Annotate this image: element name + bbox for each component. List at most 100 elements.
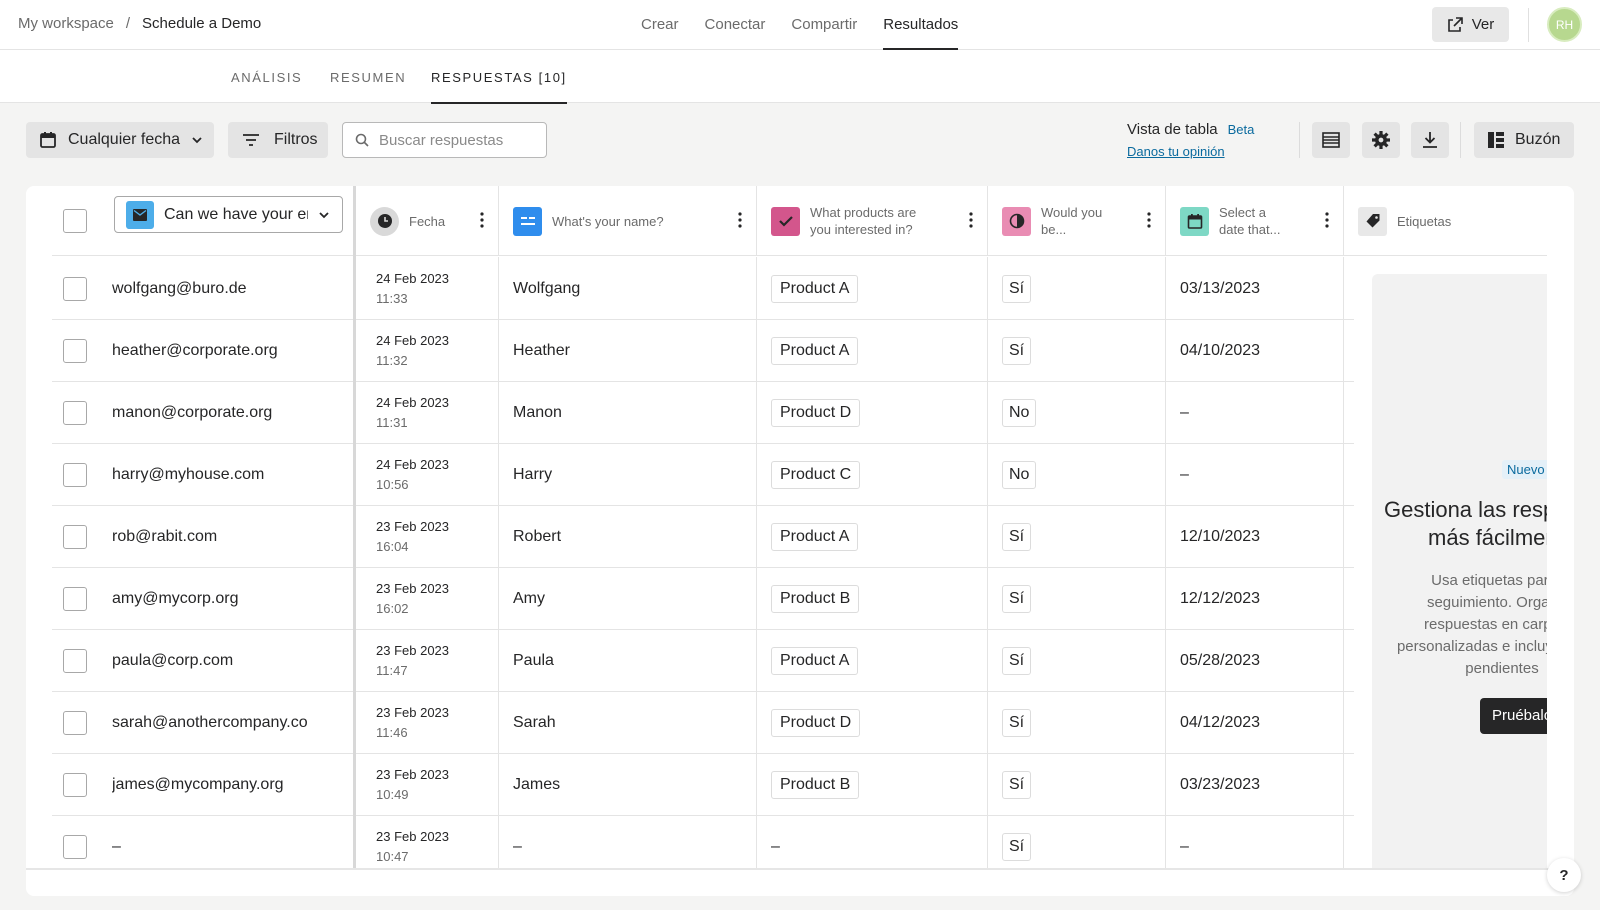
products-cell: Product B bbox=[757, 753, 988, 816]
date-filter-button[interactable]: Cualquier fecha bbox=[26, 122, 214, 158]
download-button[interactable] bbox=[1411, 122, 1449, 158]
row-checkbox[interactable] bbox=[63, 586, 87, 611]
header-tags[interactable]: Etiquetas bbox=[1344, 186, 1547, 256]
table-row[interactable]: james@mycompany.org 23 Feb 2023 10:49 James… bbox=[52, 753, 1354, 816]
header-would[interactable]: Would you be... bbox=[988, 186, 1166, 256]
nav-resultados[interactable]: Resultados bbox=[870, 0, 971, 50]
filters-button[interactable]: Filtros bbox=[228, 122, 328, 158]
row-checkbox[interactable] bbox=[63, 648, 87, 673]
row-density-button[interactable] bbox=[1312, 122, 1350, 158]
products-cell: – bbox=[757, 815, 988, 868]
inbox-label: Buzón bbox=[1515, 131, 1561, 148]
search-input[interactable] bbox=[379, 131, 539, 149]
row-select-cell: paula@corp.com bbox=[52, 629, 353, 692]
row-checkbox[interactable] bbox=[63, 276, 87, 301]
settings-button[interactable] bbox=[1362, 122, 1400, 158]
breadcrumb-form[interactable]: Schedule a Demo bbox=[142, 15, 261, 32]
breadcrumb-workspace[interactable]: My workspace bbox=[18, 15, 114, 32]
nav-compartir[interactable]: Compartir bbox=[778, 0, 870, 50]
tab-analisis[interactable]: ANÁLISIS bbox=[231, 50, 302, 103]
select-date-cell: 12/10/2023 bbox=[1166, 505, 1344, 568]
table-row[interactable]: – 23 Feb 2023 10:47 – – Sí – bbox=[52, 815, 1354, 868]
would-cell: Sí bbox=[988, 753, 1166, 816]
email-value[interactable]: harry@myhouse.com bbox=[112, 466, 342, 484]
row-checkbox[interactable] bbox=[63, 338, 87, 363]
table-row[interactable]: rob@rabit.com 23 Feb 2023 16:04 Robert Produ… bbox=[52, 505, 1354, 568]
email-value[interactable]: wolfgang@buro.de bbox=[112, 280, 342, 298]
name-cell: Heather bbox=[499, 319, 757, 382]
row-checkbox[interactable] bbox=[63, 834, 87, 859]
header-name[interactable]: What's your name? bbox=[499, 186, 757, 256]
answer-chip: Sí bbox=[1002, 708, 1032, 737]
email-value[interactable]: – bbox=[112, 838, 342, 856]
feedback-link[interactable]: Danos tu opinión bbox=[1127, 144, 1254, 159]
email-value[interactable]: rob@rabit.com bbox=[112, 528, 342, 546]
row-checkbox[interactable] bbox=[63, 710, 87, 735]
would-cell: Sí bbox=[988, 567, 1166, 630]
row-checkbox[interactable] bbox=[63, 772, 87, 797]
email-value[interactable]: manon@corporate.org bbox=[112, 404, 342, 422]
table-row[interactable]: amy@mycorp.org 23 Feb 2023 16:02 Amy Product… bbox=[52, 567, 1354, 630]
more-vertical-icon[interactable] bbox=[969, 212, 973, 228]
email-column-select[interactable]: Can we have your email bbox=[114, 196, 343, 233]
search-box[interactable] bbox=[342, 122, 547, 158]
more-vertical-icon[interactable] bbox=[1325, 212, 1329, 228]
help-button[interactable]: ? bbox=[1547, 858, 1581, 892]
selected-date-value: – bbox=[1180, 465, 1189, 483]
header-products[interactable]: What products are you interested in? bbox=[757, 186, 988, 256]
more-vertical-icon[interactable] bbox=[738, 212, 742, 228]
date-cell: 24 Feb 2023 11:31 bbox=[356, 381, 499, 444]
date-cell: 24 Feb 2023 11:33 bbox=[356, 257, 499, 320]
more-vertical-icon[interactable] bbox=[1147, 212, 1151, 228]
header-select-date[interactable]: Select a date that... bbox=[1166, 186, 1344, 256]
tags-promo-panel: Nuevo Gestiona las respuestas más fácilm… bbox=[1372, 274, 1547, 868]
name-cell: Manon bbox=[499, 381, 757, 444]
products-value: – bbox=[771, 837, 780, 855]
gear-icon bbox=[1372, 131, 1390, 149]
nav-crear[interactable]: Crear bbox=[628, 0, 692, 50]
time-value: 16:02 bbox=[376, 600, 409, 616]
would-cell: Sí bbox=[988, 629, 1166, 692]
promo-try-button[interactable]: Pruébalo bbox=[1480, 698, 1547, 734]
select-all-checkbox[interactable] bbox=[63, 209, 87, 233]
table-row[interactable]: wolfgang@buro.de 24 Feb 2023 11:33 Wolfgang… bbox=[52, 257, 1354, 320]
answer-chip: Sí bbox=[1002, 584, 1032, 613]
date-cell: 23 Feb 2023 10:49 bbox=[356, 753, 499, 816]
avatar[interactable]: RH bbox=[1547, 7, 1582, 42]
name-cell: Sarah bbox=[499, 691, 757, 754]
header-date[interactable]: Fecha bbox=[356, 186, 499, 256]
promo-title: Gestiona las respuestas más fácilmente bbox=[1383, 497, 1547, 550]
view-button[interactable]: Ver bbox=[1432, 7, 1509, 42]
table-row[interactable]: sarah@anothercompany.co 23 Feb 2023 11:46 S… bbox=[52, 691, 1354, 754]
more-vertical-icon[interactable] bbox=[480, 212, 484, 228]
clock-icon bbox=[370, 206, 399, 236]
row-checkbox[interactable] bbox=[63, 524, 87, 549]
table-row[interactable]: heather@corporate.org 24 Feb 2023 11:32 Hea… bbox=[52, 319, 1354, 382]
tab-resumen[interactable]: RESUMEN bbox=[330, 50, 406, 103]
email-value[interactable]: amy@mycorp.org bbox=[112, 590, 342, 608]
table-row[interactable]: paula@corp.com 23 Feb 2023 11:47 Paula Produ… bbox=[52, 629, 1354, 692]
external-link-icon bbox=[1447, 16, 1463, 32]
table-row[interactable]: manon@corporate.org 24 Feb 2023 11:31 Manon… bbox=[52, 381, 1354, 444]
time-value: 10:56 bbox=[376, 476, 409, 492]
product-chip: Product C bbox=[771, 460, 861, 489]
would-cell: No bbox=[988, 381, 1166, 444]
email-value[interactable]: heather@corporate.org bbox=[112, 342, 342, 360]
tab-respuestas[interactable]: RESPUESTAS [10] bbox=[431, 50, 567, 104]
email-value[interactable]: paula@corp.com bbox=[112, 652, 342, 670]
row-select-cell: amy@mycorp.org bbox=[52, 567, 353, 630]
email-value[interactable]: james@mycompany.org bbox=[112, 776, 342, 794]
table-row[interactable]: harry@myhouse.com 24 Feb 2023 10:56 Harry Pr… bbox=[52, 443, 1354, 506]
horizontal-scrollbar[interactable] bbox=[26, 868, 1574, 870]
time-value: 11:47 bbox=[376, 662, 408, 678]
row-checkbox[interactable] bbox=[63, 462, 87, 487]
select-date-cell: 03/13/2023 bbox=[1166, 257, 1344, 320]
selected-date-value: 12/10/2023 bbox=[1180, 527, 1261, 545]
time-value: 11:33 bbox=[376, 290, 408, 306]
email-value[interactable]: sarah@anothercompany.co bbox=[112, 714, 342, 732]
selected-date-value: – bbox=[1180, 837, 1189, 855]
nav-conectar[interactable]: Conectar bbox=[692, 0, 779, 50]
row-checkbox[interactable] bbox=[63, 400, 87, 425]
inbox-button[interactable]: Buzón bbox=[1474, 122, 1574, 158]
name-value: Wolfgang bbox=[513, 279, 581, 297]
